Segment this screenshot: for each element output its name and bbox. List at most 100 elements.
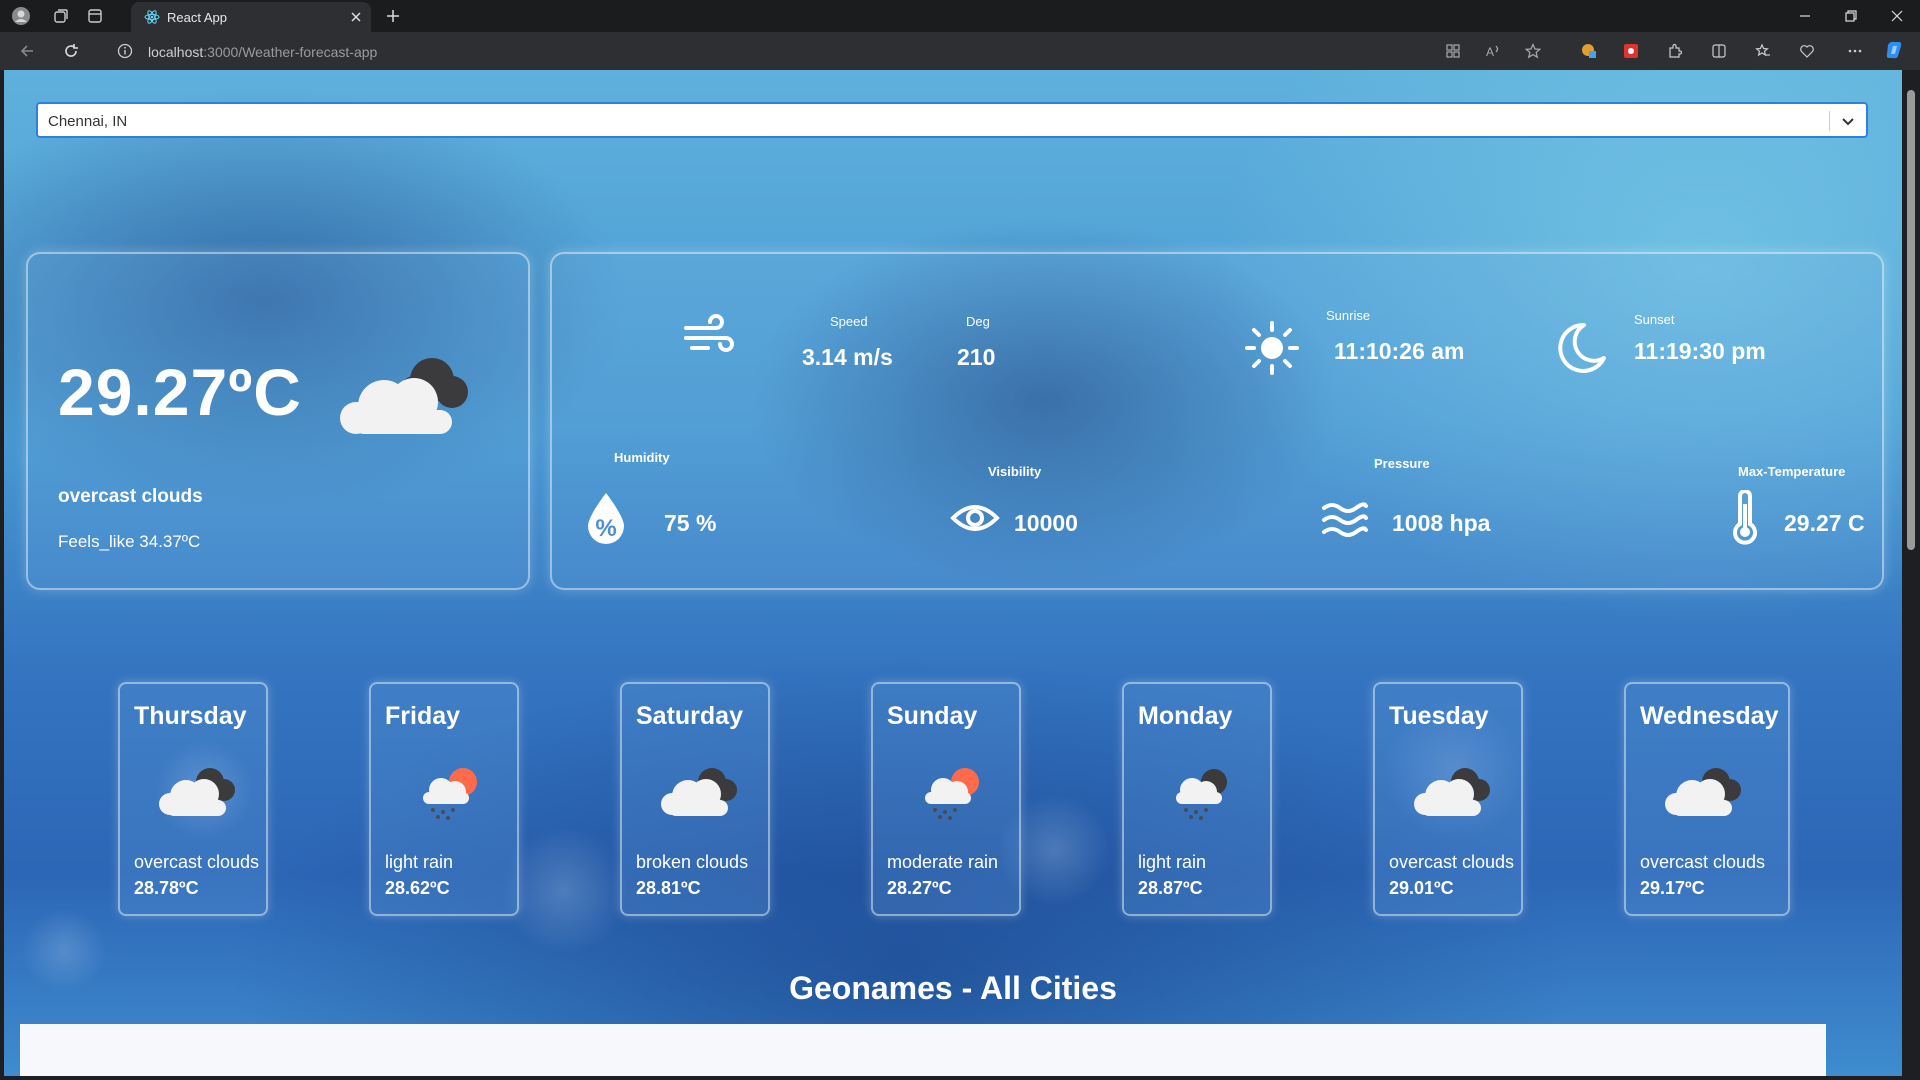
thermometer-icon: [1728, 490, 1762, 546]
split-screen-icon[interactable]: [1708, 40, 1730, 62]
forecast-description: overcast clouds: [1640, 852, 1766, 872]
forecast-card: Sunday moderate rain 28.27ºC: [871, 682, 1021, 916]
pressure-label: Pressure: [1374, 456, 1430, 471]
eye-icon: [950, 498, 1000, 538]
workspaces-icon[interactable]: [50, 5, 72, 27]
forecast-day: Saturday: [636, 702, 743, 730]
humidity-label: Humidity: [614, 450, 670, 465]
forecast-temperature: 29.17ºC: [1640, 878, 1705, 898]
forecast-day: Wednesday: [1640, 702, 1779, 730]
extension-color-icon[interactable]: [1578, 40, 1600, 62]
forecast-description: overcast clouds: [1389, 852, 1515, 872]
forecast-temperature: 28.62ºC: [385, 878, 450, 898]
chevron-down-icon[interactable]: [1838, 111, 1858, 131]
cloud-icon: [1409, 762, 1499, 822]
browser-tab-bar: React App: [0, 0, 1920, 32]
deg-label: Deg: [966, 314, 990, 329]
forecast-card: Wednesday overcast clouds 29.17ºC: [1624, 682, 1790, 916]
current-description: overcast clouds: [58, 486, 203, 507]
url-text: localhost:3000/Weather-forecast-app: [148, 44, 377, 60]
browser-essentials-icon[interactable]: [1796, 40, 1818, 62]
forecast-description: light rain: [1138, 852, 1207, 872]
forecast-card: Saturday broken clouds 28.81ºC: [620, 682, 770, 916]
cities-table-panel: [20, 1024, 1826, 1076]
forecast-day: Thursday: [134, 702, 247, 730]
read-aloud-icon[interactable]: A: [1482, 40, 1504, 62]
cities-heading: Geonames - All Cities: [789, 970, 1117, 1006]
svg-text:A: A: [1486, 45, 1494, 59]
tab-actions-icon[interactable]: [84, 5, 106, 27]
sun-rain-cloud-icon: [405, 762, 495, 822]
city-search-value: Chennai, IN: [48, 113, 128, 130]
forecast-day: Monday: [1138, 702, 1233, 730]
forecast-description: overcast clouds: [134, 852, 260, 872]
sunrise-value: 11:10:26 am: [1334, 338, 1465, 364]
forecast-day: Sunday: [887, 702, 978, 730]
overcast-clouds-icon: [332, 344, 482, 444]
svg-text:%: %: [595, 515, 616, 542]
select-separator: [1829, 111, 1830, 131]
browser-tab[interactable]: React App: [131, 2, 371, 32]
close-window-icon[interactable]: [1886, 5, 1908, 27]
forecast-temperature: 28.87ºC: [1138, 878, 1203, 898]
scrollbar-thumb[interactable]: [1907, 90, 1915, 550]
restore-icon[interactable]: [1840, 5, 1862, 27]
forecast-temperature: 28.78ºC: [134, 878, 199, 898]
speed-label: Speed: [830, 314, 868, 329]
minimize-icon[interactable]: [1794, 5, 1816, 27]
moon-icon: [1552, 320, 1608, 376]
forecast-description: moderate rain: [887, 852, 999, 872]
forecast-day: Tuesday: [1389, 702, 1489, 730]
app-available-icon[interactable]: [1442, 40, 1464, 62]
forecast-temperature: 28.27ºC: [887, 878, 952, 898]
cloud-icon: [656, 762, 746, 822]
favorites-icon[interactable]: [1752, 40, 1774, 62]
reload-icon[interactable]: [60, 40, 82, 62]
max-temperature-value: 29.27 C: [1784, 510, 1865, 536]
sunrise-label: Sunrise: [1326, 308, 1371, 323]
close-tab-icon[interactable]: [345, 6, 367, 28]
url-path: :3000/Weather-forecast-app: [203, 44, 378, 60]
humidity-icon: %: [584, 490, 628, 546]
max-temperature-label: Max-Temperature: [1738, 464, 1846, 479]
weather-page: Chennai, IN 29.27ºC overcast clouds Feel…: [4, 70, 1902, 1076]
more-options-icon[interactable]: [1844, 40, 1866, 62]
humidity-value: 75 %: [664, 510, 717, 536]
sunset-value: 11:19:30 pm: [1634, 338, 1766, 364]
forecast-card: Thursday overcast clouds 28.78ºC: [118, 682, 268, 916]
feels-like: Feels_like 34.37ºC: [58, 532, 201, 551]
new-tab-icon[interactable]: [382, 5, 404, 27]
tab-title: React App: [167, 10, 227, 25]
cloud-icon: [154, 762, 244, 822]
pressure-waves-icon: [1320, 498, 1368, 542]
sun-rain-cloud-icon: [907, 762, 997, 822]
copilot-icon[interactable]: [1884, 39, 1906, 61]
back-icon[interactable]: [16, 40, 38, 62]
weather-details-card: Speed 3.14 m/s Deg 210 Sunrise 11:10:26 …: [550, 252, 1884, 590]
visibility-label: Visibility: [988, 464, 1042, 479]
forecast-description: broken clouds: [636, 852, 749, 872]
deg-value: 210: [957, 344, 996, 370]
sunset-label: Sunset: [1634, 312, 1675, 327]
page-scrollbar[interactable]: [1902, 70, 1920, 1076]
forecast-temperature: 29.01ºC: [1389, 878, 1454, 898]
sun-icon: [1244, 320, 1300, 376]
city-search-select[interactable]: Chennai, IN: [36, 102, 1868, 138]
visibility-value: 10000: [1014, 510, 1078, 536]
current-weather-card: 29.27ºC overcast clouds Feels_like 34.37…: [26, 252, 530, 590]
forecast-description: light rain: [385, 852, 454, 872]
extensions-icon[interactable]: [1664, 40, 1686, 62]
site-info-icon[interactable]: [114, 40, 136, 62]
forecast-temperature: 28.81ºC: [636, 878, 701, 898]
favorite-star-icon[interactable]: [1522, 40, 1544, 62]
forecast-card: Tuesday overcast clouds 29.01ºC: [1373, 682, 1523, 916]
forecast-card: Friday light rain 28.62ºC: [369, 682, 519, 916]
forecast-card: Monday light rain 28.87ºC: [1122, 682, 1272, 916]
speed-value: 3.14 m/s: [802, 344, 893, 370]
cloud-icon: [1660, 762, 1750, 822]
profile-icon[interactable]: [10, 5, 32, 27]
wind-icon: [682, 312, 738, 356]
rain-cloud-icon: [1158, 762, 1248, 822]
pressure-value: 1008 hpa: [1392, 510, 1491, 536]
extension-red-icon[interactable]: [1620, 40, 1642, 62]
